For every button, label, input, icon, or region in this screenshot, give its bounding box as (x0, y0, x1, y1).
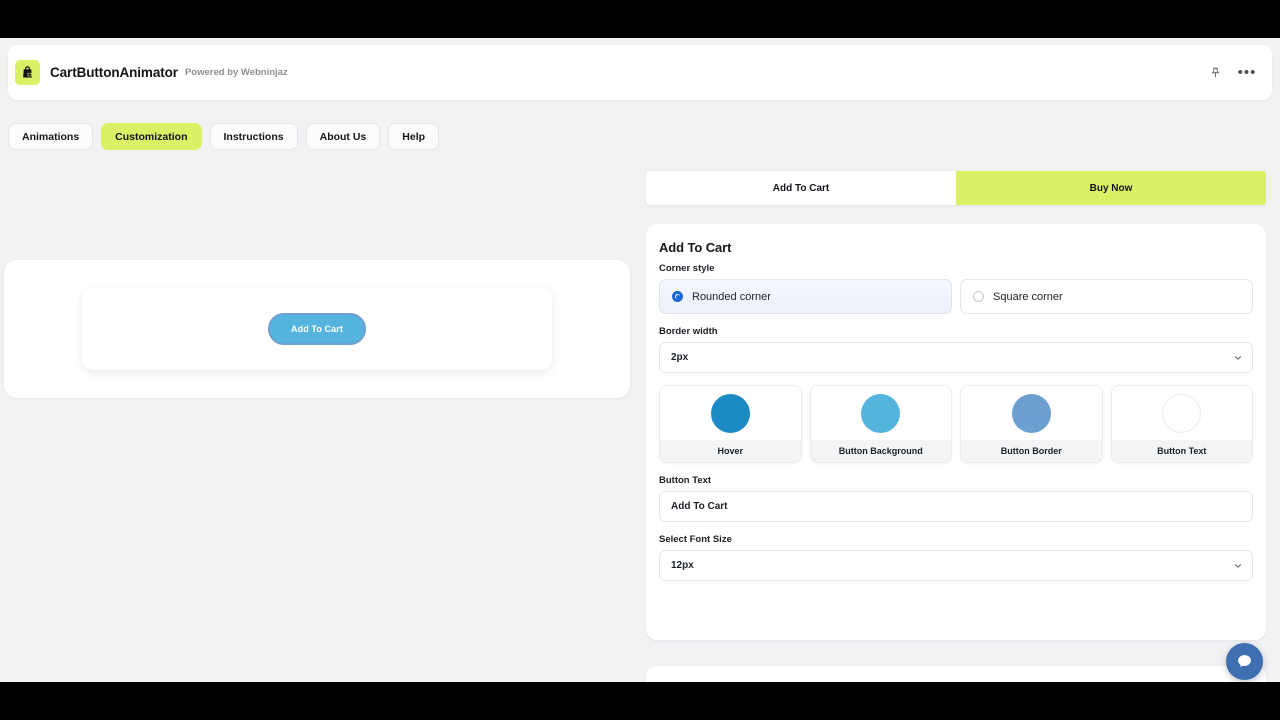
border-width-value: 2px (671, 352, 689, 363)
powered-by-label: Powered by Webninjaz (184, 67, 288, 78)
corner-style-label: Corner style (659, 263, 715, 274)
color-swatch-row: Hover Button Background Button Border Bu… (659, 385, 1253, 463)
corner-style-radio-group: Rounded corner Square corner (659, 279, 1253, 314)
chat-bubble-icon[interactable] (1226, 643, 1263, 680)
font-size-value: 12px (671, 560, 694, 571)
border-width-label: Border width (659, 326, 718, 337)
tab-label: Customization (115, 130, 188, 143)
swatch-label: Button Border (961, 440, 1102, 462)
radio-selected-icon (672, 291, 683, 302)
segment-label: Add To Cart (772, 182, 830, 194)
secondary-panel (646, 666, 1266, 682)
swatch-button-text[interactable]: Button Text (1110, 385, 1253, 463)
radio-label: Square corner (993, 290, 1063, 303)
nav-tabs: Animations Customization Instructions Ab… (8, 123, 440, 150)
color-circle (861, 393, 901, 433)
swatch-label: Button Text (1111, 440, 1252, 462)
tab-about-us[interactable]: About Us (305, 123, 381, 150)
font-size-select[interactable]: 12px (659, 550, 1253, 581)
shopping-bag-icon (15, 60, 40, 85)
segment-add-to-cart[interactable]: Add To Cart (646, 171, 956, 205)
radio-unselected-icon (973, 291, 984, 302)
panel-title: Add To Cart (659, 240, 732, 255)
segment-buy-now[interactable]: Buy Now (956, 171, 1266, 205)
swatch-preview (1111, 386, 1252, 440)
customization-panel: Add To Cart Corner style Rounded corner … (646, 224, 1266, 640)
swatch-button-background[interactable]: Button Background (809, 385, 952, 463)
radio-label: Rounded corner (692, 290, 771, 303)
more-options-icon[interactable]: ••• (1236, 62, 1258, 84)
brand-name: CartButtonAnimator (50, 65, 178, 80)
color-circle (1162, 393, 1202, 433)
brand: CartButtonAnimator Powered by Webninjaz (8, 60, 288, 85)
tab-label: Animations (22, 130, 80, 143)
tab-label: About Us (319, 130, 367, 143)
swatch-label: Hover (660, 440, 801, 462)
header-actions: ••• (1204, 62, 1272, 84)
button-text-input[interactable] (659, 491, 1253, 522)
tab-animations[interactable]: Animations (8, 123, 94, 150)
swatch-label: Button Background (810, 440, 951, 462)
segment-label: Buy Now (1089, 182, 1133, 194)
swatch-preview (961, 386, 1102, 440)
preview-stage: Add To Cart (82, 288, 552, 370)
button-type-segmented-control: Add To Cart Buy Now (646, 171, 1266, 205)
tab-customization[interactable]: Customization (101, 123, 202, 150)
button-text-label: Button Text (659, 475, 712, 486)
swatch-hover[interactable]: Hover (659, 385, 802, 463)
color-circle (710, 393, 750, 433)
radio-square-corner[interactable]: Square corner (960, 279, 1253, 314)
screen: CartButtonAnimator Powered by Webninjaz … (0, 0, 1280, 720)
swatch-button-border[interactable]: Button Border (960, 385, 1103, 463)
app-viewport: CartButtonAnimator Powered by Webninjaz … (0, 38, 1280, 682)
app-header: CartButtonAnimator Powered by Webninjaz … (8, 45, 1272, 100)
tab-label: Help (402, 130, 426, 143)
color-circle (1011, 393, 1051, 433)
radio-rounded-corner[interactable]: Rounded corner (659, 279, 952, 314)
swatch-preview (660, 386, 801, 440)
swatch-preview (810, 386, 951, 440)
border-width-select[interactable]: 2px (659, 342, 1253, 373)
preview-add-to-cart-button[interactable]: Add To Cart (268, 313, 366, 345)
chevron-down-icon (1233, 561, 1243, 571)
font-size-label: Select Font Size (659, 534, 732, 545)
chevron-down-icon (1233, 353, 1243, 363)
tab-label: Instructions (223, 130, 284, 143)
tab-help[interactable]: Help (388, 123, 440, 150)
tab-instructions[interactable]: Instructions (209, 123, 298, 150)
preview-card: Add To Cart (4, 260, 630, 398)
pin-icon[interactable] (1204, 62, 1226, 84)
